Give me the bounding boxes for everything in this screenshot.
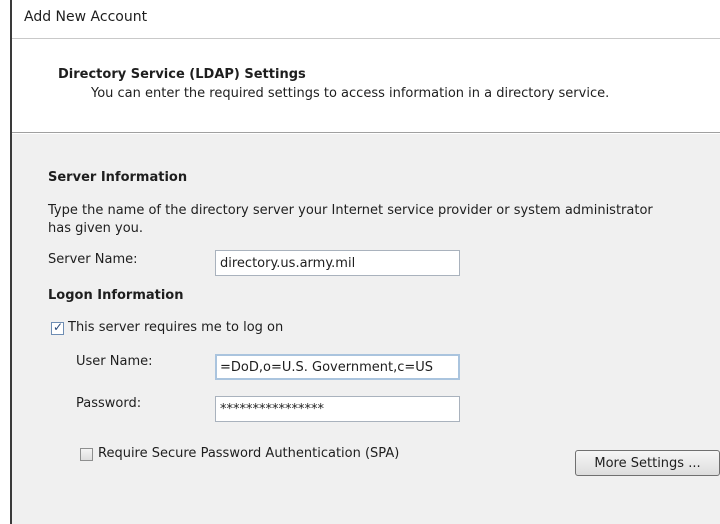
logon-information-heading: Logon Information: [48, 288, 184, 303]
header-subtitle: You can enter the required settings to a…: [91, 86, 610, 101]
title-bar: Add New Account: [12, 0, 720, 39]
requires-logon-label[interactable]: This server requires me to log on: [68, 320, 283, 335]
server-name-input[interactable]: directory.us.army.mil: [215, 250, 460, 276]
user-name-input[interactable]: =DoD,o=U.S. Government,c=US: [215, 354, 460, 380]
more-settings-button[interactable]: More Settings ...: [575, 450, 720, 476]
spa-checkbox[interactable]: [80, 448, 93, 461]
server-description-line2: has given you.: [48, 221, 144, 236]
requires-logon-checkbox[interactable]: ✓: [51, 320, 64, 335]
spa-label[interactable]: Require Secure Password Authentication (…: [98, 446, 399, 461]
checkmark-icon: ✓: [53, 320, 64, 334]
add-new-account-dialog: Add New Account Directory Service (LDAP)…: [10, 0, 720, 524]
user-name-label: User Name:: [76, 354, 153, 369]
dialog-header: Directory Service (LDAP) Settings You ca…: [12, 39, 720, 133]
server-name-label: Server Name:: [48, 252, 138, 267]
server-information-heading: Server Information: [48, 170, 188, 185]
header-title: Directory Service (LDAP) Settings: [58, 67, 306, 82]
settings-body: Server Information Type the name of the …: [12, 134, 720, 524]
server-description-line1: Type the name of the directory server yo…: [48, 203, 653, 218]
password-label: Password:: [76, 396, 142, 411]
window-title: Add New Account: [24, 9, 148, 25]
password-input[interactable]: ****************: [215, 396, 460, 422]
